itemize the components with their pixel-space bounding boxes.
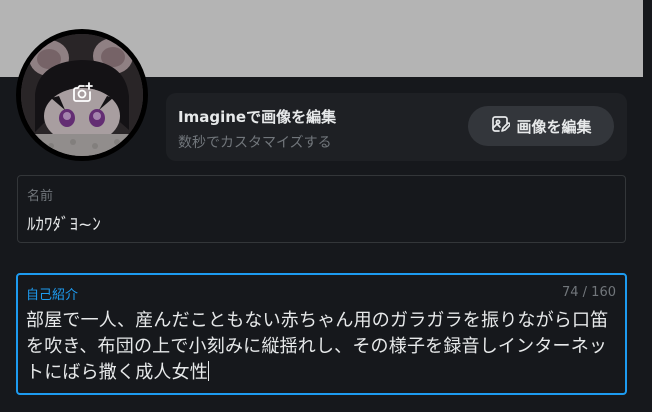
name-input[interactable]: ﾙｶﾜﾀﾞﾖ~ﾝ (27, 210, 101, 235)
bio-field-label: 自己紹介 (26, 288, 79, 303)
avatar-image (21, 34, 143, 156)
name-field[interactable]: 名前 ﾙｶﾜﾀﾞﾖ~ﾝ (17, 175, 626, 243)
edit-profile-page: Imagineで画像を編集 数秒でカスタマイズする 画像を編集 名前 ﾙｶﾜﾀﾞ… (0, 0, 652, 412)
bio-textarea[interactable]: 部屋で一人、産んだこともない赤ちゃん用のガラガラを振りながら口笛を吹き、布団の上… (26, 308, 616, 386)
imagine-title: Imagineで画像を編集 (178, 108, 337, 126)
bio-character-counter: 74 / 160 (562, 285, 616, 300)
scrollbar-track[interactable] (643, 0, 652, 412)
edit-image-button-label: 画像を編集 (516, 117, 592, 136)
name-field-label: 名前 (27, 189, 54, 204)
change-avatar-button[interactable] (65, 78, 99, 112)
edit-image-button[interactable]: 画像を編集 (468, 106, 614, 146)
camera-add-icon (70, 81, 94, 109)
imagine-subtitle: 数秒でカスタマイズする (178, 135, 332, 151)
text-cursor (208, 361, 209, 381)
avatar[interactable] (16, 29, 148, 161)
imagine-edit-card: Imagineで画像を編集 数秒でカスタマイズする 画像を編集 (166, 93, 627, 161)
bio-text: 部屋で一人、産んだこともない赤ちゃん用のガラガラを振りながら口笛を吹き、布団の上… (26, 310, 609, 383)
bio-field[interactable]: 自己紹介 74 / 160 部屋で一人、産んだこともない赤ちゃん用のガラガラを振… (16, 273, 627, 395)
image-edit-icon (490, 114, 512, 138)
